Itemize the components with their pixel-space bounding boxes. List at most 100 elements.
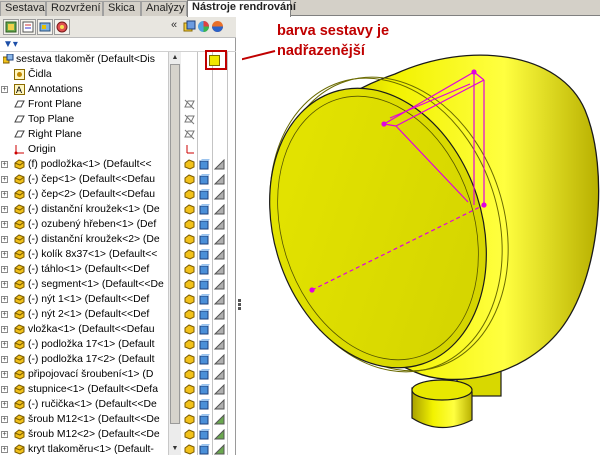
tree-item-front-plane[interactable]: Front Plane: [0, 97, 168, 112]
display-mode-icon[interactable]: [199, 414, 210, 425]
tree-item-component[interactable]: + (-) ozubený hřeben<1> (Def: [0, 217, 168, 232]
tree-item-component[interactable]: + (-) čep<1> (Default<<Defau: [0, 172, 168, 187]
component-visibility-icon[interactable]: [184, 249, 195, 260]
scroll-up-arrow-icon[interactable]: ▲: [170, 53, 180, 63]
component-visibility-icon[interactable]: [184, 294, 195, 305]
tree-item-cidla[interactable]: Čidla: [0, 67, 168, 82]
tree-item-component[interactable]: + (-) podložka 17<2> (Default: [0, 352, 168, 367]
appearance-triangle-icon[interactable]: [214, 309, 225, 320]
tree-item-component[interactable]: + (-) nýt 2<1> (Default<<Def: [0, 307, 168, 322]
expand-toggle-icon[interactable]: +: [1, 446, 8, 453]
expand-toggle-icon[interactable]: +: [1, 176, 8, 183]
appearance-triangle-icon[interactable]: [214, 444, 225, 455]
display-mode-icon[interactable]: [199, 384, 210, 395]
tree-item-component[interactable]: + (-) segment<1> (Default<<De: [0, 277, 168, 292]
tree-item-component[interactable]: + (-) táhlo<1> (Default<<Def: [0, 262, 168, 277]
display-mode-icon[interactable]: [199, 204, 210, 215]
tree-item-annotations[interactable]: + A Annotations: [0, 82, 168, 97]
component-visibility-icon[interactable]: [184, 219, 195, 230]
display-mode-icon[interactable]: [199, 174, 210, 185]
expand-toggle-icon[interactable]: +: [1, 431, 8, 438]
appearance-triangle-icon[interactable]: [214, 384, 225, 395]
expand-toggle-icon[interactable]: +: [1, 86, 8, 93]
appearance-triangle-icon[interactable]: [214, 369, 225, 380]
tree-item-component[interactable]: + (f) podložka<1> (Default<<: [0, 157, 168, 172]
appearance-triangle-icon[interactable]: [214, 234, 225, 245]
appearance-triangle-icon[interactable]: [214, 204, 225, 215]
tree-item-component[interactable]: + stupnice<1> (Default<<Defa: [0, 382, 168, 397]
tree-item-component[interactable]: + šroub M12<1> (Default<<De: [0, 412, 168, 427]
expand-toggle-icon[interactable]: +: [1, 161, 8, 168]
appearance-triangle-icon[interactable]: [214, 189, 225, 200]
plane-visibility-icon[interactable]: [184, 129, 195, 140]
appearance-triangle-icon[interactable]: [214, 414, 225, 425]
display-mode-icon[interactable]: [199, 369, 210, 380]
gauge-body[interactable]: [242, 47, 600, 403]
appearance-triangle-icon[interactable]: [214, 399, 225, 410]
appearance-triangle-icon[interactable]: [214, 174, 225, 185]
tree-filter[interactable]: ▼▾: [0, 38, 236, 52]
tab-nastroje-rendrovani[interactable]: Nástroje rendrování: [187, 0, 296, 17]
plane-visibility-icon[interactable]: [184, 99, 195, 110]
appearance-triangle-icon[interactable]: [214, 339, 225, 350]
tree-item-component[interactable]: + (-) ručička<1> (Default<<De: [0, 397, 168, 412]
filter-icon[interactable]: ▼▾: [3, 39, 18, 50]
tree-item-component[interactable]: + připojovací šroubení<1> (D: [0, 367, 168, 382]
component-visibility-icon[interactable]: [184, 399, 195, 410]
tree-item-component[interactable]: + (-) čep<2> (Default<<Defau: [0, 187, 168, 202]
expand-toggle-icon[interactable]: +: [1, 206, 8, 213]
display-mode-icon[interactable]: [199, 294, 210, 305]
expand-toggle-icon[interactable]: +: [1, 191, 8, 198]
appearance-triangle-icon[interactable]: [214, 354, 225, 365]
expand-toggle-icon[interactable]: +: [1, 416, 8, 423]
appearance-triangle-icon[interactable]: [214, 324, 225, 335]
tree-item-component[interactable]: + (-) distanční kroužek<2> (De: [0, 232, 168, 247]
feature-manager-icon[interactable]: [3, 19, 19, 35]
component-visibility-icon[interactable]: [184, 204, 195, 215]
display-mode-icon[interactable]: [199, 249, 210, 260]
display-mode-icon[interactable]: [199, 354, 210, 365]
component-visibility-icon[interactable]: [184, 339, 195, 350]
tab-skica[interactable]: Skica: [103, 1, 141, 16]
tree-item-component[interactable]: + vložka<1> (Default<<Defau: [0, 322, 168, 337]
appearance-triangle-icon[interactable]: [214, 279, 225, 290]
scene-icon[interactable]: [211, 20, 224, 33]
component-visibility-icon[interactable]: [184, 234, 195, 245]
display-mode-icon[interactable]: [199, 339, 210, 350]
appearance-triangle-icon[interactable]: [214, 264, 225, 275]
tree-item-top-plane[interactable]: Top Plane: [0, 112, 168, 127]
component-visibility-icon[interactable]: [184, 189, 195, 200]
expand-toggle-icon[interactable]: +: [1, 401, 8, 408]
origin-visibility-icon[interactable]: [184, 144, 195, 155]
component-visibility-icon[interactable]: [184, 264, 195, 275]
expand-toggle-icon[interactable]: +: [1, 311, 8, 318]
component-visibility-icon[interactable]: [184, 279, 195, 290]
graphics-area[interactable]: [242, 17, 600, 455]
component-visibility-icon[interactable]: [184, 309, 195, 320]
display-mode-icon[interactable]: [199, 234, 210, 245]
tab-analyzy[interactable]: Analýzy: [141, 1, 187, 16]
expand-toggle-icon[interactable]: +: [1, 326, 8, 333]
scroll-down-arrow-icon[interactable]: ▼: [170, 444, 180, 454]
display-mode-icon[interactable]: [199, 429, 210, 440]
component-visibility-icon[interactable]: [184, 414, 195, 425]
component-visibility-icon[interactable]: [184, 324, 195, 335]
tree-item-component[interactable]: + (-) podložka 17<1> (Default: [0, 337, 168, 352]
component-visibility-icon[interactable]: [184, 159, 195, 170]
appearance-icon[interactable]: [197, 20, 210, 33]
display-mode-icon[interactable]: [199, 444, 210, 455]
tree-item-origin[interactable]: Origin: [0, 142, 168, 157]
component-visibility-icon[interactable]: [184, 174, 195, 185]
expand-toggle-icon[interactable]: +: [1, 341, 8, 348]
appearance-triangle-icon[interactable]: [214, 249, 225, 260]
expand-toggle-icon[interactable]: +: [1, 356, 8, 363]
display-mode-icon[interactable]: [199, 159, 210, 170]
tree-item-component[interactable]: + šroub M12<2> (Default<<De: [0, 427, 168, 442]
component-visibility-icon[interactable]: [184, 444, 195, 455]
component-visibility-icon[interactable]: [184, 354, 195, 365]
appearance-triangle-icon[interactable]: [214, 219, 225, 230]
display-manager-icon[interactable]: [183, 20, 196, 33]
component-visibility-icon[interactable]: [184, 429, 195, 440]
expand-toggle-icon[interactable]: +: [1, 236, 8, 243]
appearance-triangle-icon[interactable]: [214, 294, 225, 305]
